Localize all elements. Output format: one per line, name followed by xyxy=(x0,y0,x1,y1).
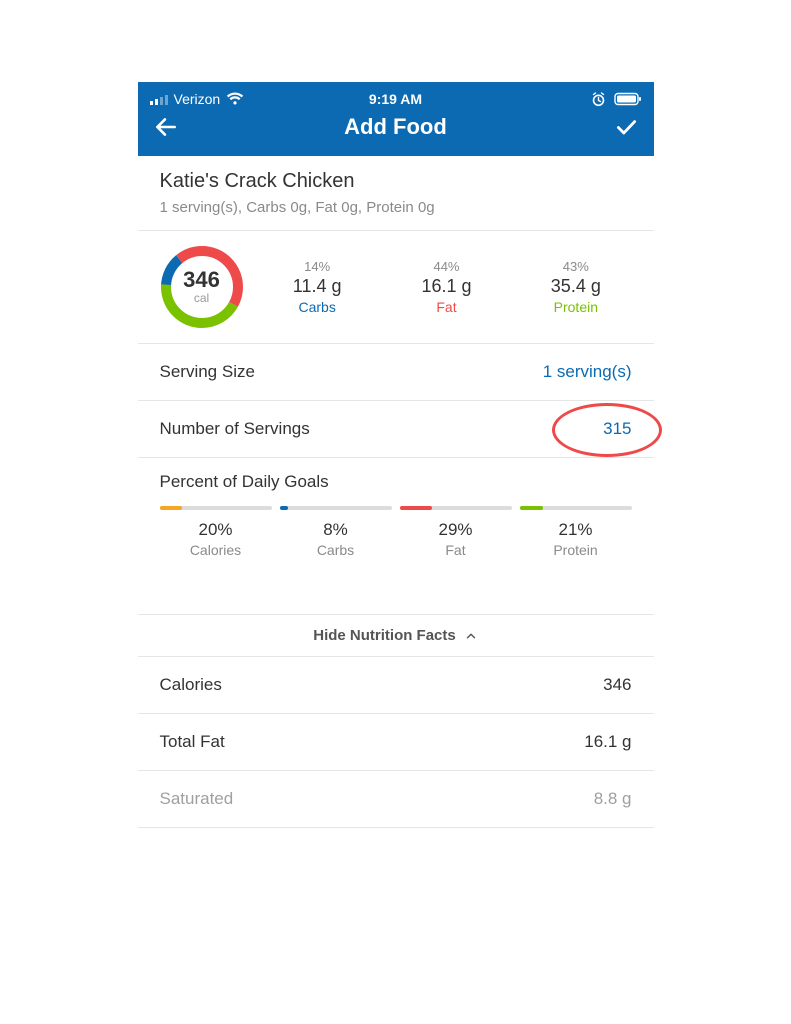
goal-name: Fat xyxy=(400,542,512,558)
nav-bar: Add Food xyxy=(150,110,642,144)
fact-value: 346 xyxy=(603,675,631,695)
calorie-value: 346 xyxy=(183,269,220,291)
alarm-icon xyxy=(591,92,606,107)
serving-size-value: 1 serving(s) xyxy=(543,362,632,382)
macro-carbs-pct: 14% xyxy=(262,259,373,274)
fact-row: Saturated 8.8 g xyxy=(138,771,654,828)
header: Verizon 9:19 AM Add Food xyxy=(138,82,654,156)
goal-bar-fill xyxy=(520,506,544,510)
check-icon xyxy=(613,114,639,140)
calorie-ring: 346 cal xyxy=(160,245,244,329)
toggle-nutrition-facts[interactable]: Hide Nutrition Facts xyxy=(138,614,654,657)
macro-carbs-name: Carbs xyxy=(262,299,373,315)
goal-bar-track xyxy=(280,506,392,510)
goal-bar-fill xyxy=(280,506,289,510)
goal-pct: 20% xyxy=(160,520,272,540)
num-servings-label: Number of Servings xyxy=(160,419,310,439)
macro-protein-value: 35.4 g xyxy=(520,276,631,297)
food-name: Katie's Crack Chicken xyxy=(160,170,632,193)
goal-pct: 29% xyxy=(400,520,512,540)
serving-size-row[interactable]: Serving Size 1 serving(s) xyxy=(138,344,654,401)
goal-bar-fill xyxy=(400,506,432,510)
goal-pct: 21% xyxy=(520,520,632,540)
daily-goals-grid: 20% Calories 8% Carbs 29% Fat 21% Protein xyxy=(160,506,632,558)
food-header: Katie's Crack Chicken 1 serving(s), Carb… xyxy=(138,156,654,231)
carrier-label: Verizon xyxy=(174,91,221,107)
status-right xyxy=(591,92,642,107)
macro-carbs-value: 11.4 g xyxy=(262,276,373,297)
fact-label: Saturated xyxy=(160,789,234,809)
status-bar: Verizon 9:19 AM xyxy=(150,88,642,110)
arrow-left-icon xyxy=(153,114,179,140)
serving-size-label: Serving Size xyxy=(160,362,255,382)
toggle-nutrition-label: Hide Nutrition Facts xyxy=(313,627,456,644)
fact-value: 8.8 g xyxy=(594,789,632,809)
macro-summary: 346 cal 14% 11.4 g Carbs 44% 16.1 g Fat … xyxy=(138,231,654,344)
macro-fat-value: 16.1 g xyxy=(391,276,502,297)
fact-row: Calories 346 xyxy=(138,657,654,714)
goal-col-protein: 21% Protein xyxy=(520,506,632,558)
num-servings-value: 315 xyxy=(603,419,631,439)
daily-goals-header: Percent of Daily Goals xyxy=(160,472,632,492)
food-subtitle: 1 serving(s), Carbs 0g, Fat 0g, Protein … xyxy=(160,199,632,216)
macro-fat: 44% 16.1 g Fat xyxy=(391,259,502,315)
macro-protein: 43% 35.4 g Protein xyxy=(520,259,631,315)
fact-value: 16.1 g xyxy=(584,732,631,752)
calorie-label: cal xyxy=(194,291,209,305)
goal-bar-fill xyxy=(160,506,182,510)
goal-bar-track xyxy=(400,506,512,510)
daily-goals-section: Percent of Daily Goals 20% Calories 8% Carb… xyxy=(138,458,654,572)
nutrition-facts-list: Calories 346 Total Fat 16.1 g Saturated 8.8 g xyxy=(138,657,654,828)
goal-col-calories: 20% Calories xyxy=(160,506,272,558)
signal-icon xyxy=(150,93,168,105)
battery-icon xyxy=(614,92,642,106)
macro-fat-pct: 44% xyxy=(391,259,502,274)
confirm-button[interactable] xyxy=(610,111,642,143)
fact-label: Calories xyxy=(160,675,222,695)
chevron-up-icon xyxy=(464,629,478,643)
goal-bar-track xyxy=(520,506,632,510)
back-button[interactable] xyxy=(150,111,182,143)
macro-protein-pct: 43% xyxy=(520,259,631,274)
num-servings-row[interactable]: Number of Servings 315 xyxy=(138,401,654,458)
app-screen: Verizon 9:19 AM Add Food xyxy=(138,82,654,828)
goal-pct: 8% xyxy=(280,520,392,540)
goal-col-fat: 29% Fat xyxy=(400,506,512,558)
goal-name: Carbs xyxy=(280,542,392,558)
fact-label: Total Fat xyxy=(160,732,225,752)
page-title: Add Food xyxy=(150,114,642,140)
wifi-icon xyxy=(226,92,244,106)
goal-bar-track xyxy=(160,506,272,510)
status-left: Verizon xyxy=(150,91,245,107)
goal-col-carbs: 8% Carbs xyxy=(280,506,392,558)
goal-name: Protein xyxy=(520,542,632,558)
macro-fat-name: Fat xyxy=(391,299,502,315)
macro-carbs: 14% 11.4 g Carbs xyxy=(262,259,373,315)
fact-row: Total Fat 16.1 g xyxy=(138,714,654,771)
goal-name: Calories xyxy=(160,542,272,558)
macro-protein-name: Protein xyxy=(520,299,631,315)
